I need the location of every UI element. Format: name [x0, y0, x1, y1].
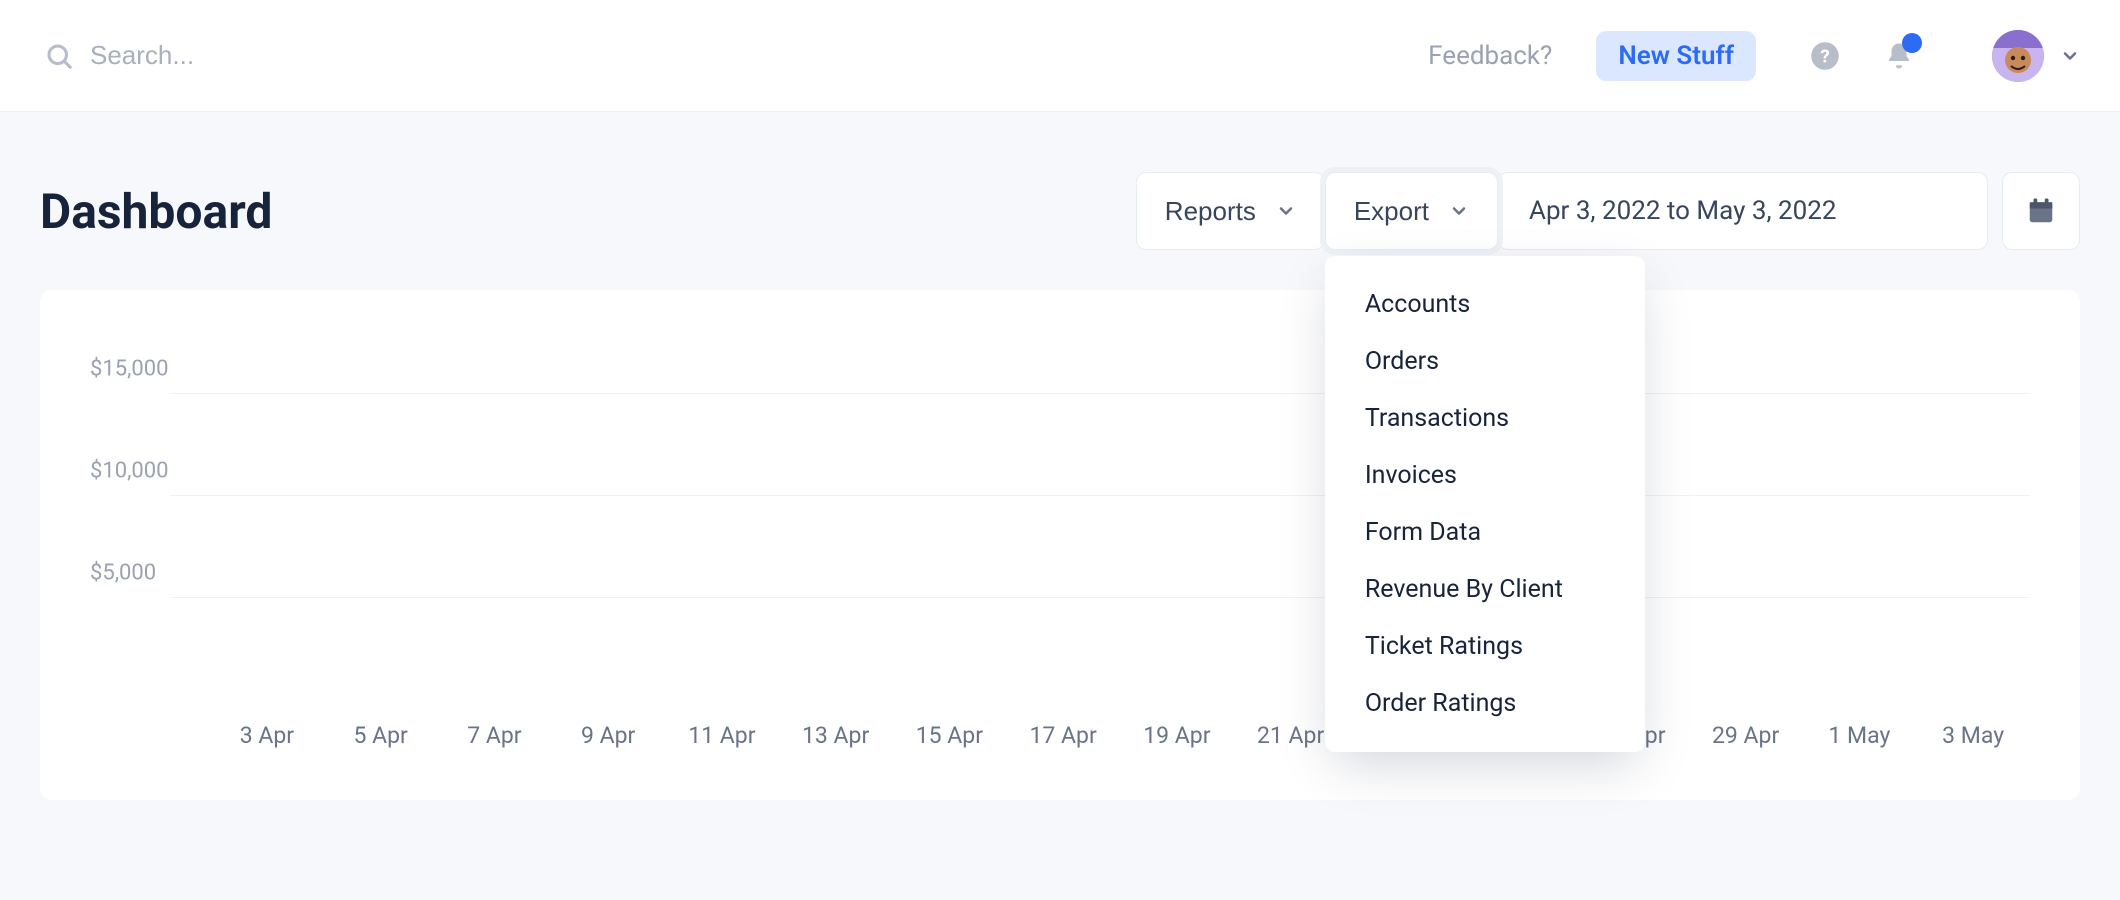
- bell-icon[interactable]: [1882, 39, 1916, 73]
- avatar: [1992, 30, 2044, 82]
- gridline: [170, 597, 2030, 598]
- search-input[interactable]: [90, 40, 390, 71]
- reports-label: Reports: [1165, 196, 1256, 227]
- topbar: Feedback? New Stuff ?: [0, 0, 2120, 112]
- x-axis-label: 5 Apr: [324, 700, 438, 760]
- feedback-link[interactable]: Feedback?: [1428, 41, 1552, 71]
- x-axis-label: 3 May: [1916, 700, 2030, 760]
- x-axis-label: 7 Apr: [438, 700, 552, 760]
- export-option[interactable]: Revenue By Client: [1325, 561, 1645, 618]
- user-menu[interactable]: [1992, 30, 2080, 82]
- export-dropdown: AccountsOrdersTransactionsInvoicesForm D…: [1325, 256, 1645, 752]
- y-axis-label: $5,000: [90, 560, 200, 585]
- gridline: [170, 495, 2030, 496]
- chevron-down-icon: [2060, 46, 2080, 66]
- new-stuff-button[interactable]: New Stuff: [1596, 31, 1756, 81]
- svg-text:?: ?: [1820, 45, 1829, 67]
- x-axis-label: 29 Apr: [1689, 700, 1803, 760]
- export-option[interactable]: Form Data: [1325, 504, 1645, 561]
- reports-button[interactable]: Reports: [1136, 172, 1325, 250]
- y-axis-label: $10,000: [90, 458, 200, 483]
- export-option[interactable]: Accounts: [1325, 276, 1645, 333]
- x-axis-label: 17 Apr: [1006, 700, 1120, 760]
- y-axis-label: $15,000: [90, 356, 200, 381]
- export-option[interactable]: Orders: [1325, 333, 1645, 390]
- help-icon[interactable]: ?: [1808, 39, 1842, 73]
- chevron-down-icon: [1276, 201, 1296, 221]
- calendar-icon: [2026, 196, 2056, 226]
- calendar-button[interactable]: [2002, 172, 2080, 250]
- x-axis-label: 3 Apr: [210, 700, 324, 760]
- page-title: Dashboard: [40, 183, 272, 240]
- notification-dot-icon: [1902, 33, 1922, 53]
- search[interactable]: [44, 40, 390, 71]
- export-option[interactable]: Order Ratings: [1325, 675, 1645, 732]
- export-option[interactable]: Ticket Ratings: [1325, 618, 1645, 675]
- x-axis-label: 1 May: [1803, 700, 1917, 760]
- chevron-down-icon: [1449, 201, 1469, 221]
- gridline: [170, 393, 2030, 394]
- x-axis-label: 13 Apr: [779, 700, 893, 760]
- x-axis-label: 15 Apr: [893, 700, 1007, 760]
- export-option[interactable]: Invoices: [1325, 447, 1645, 504]
- page-header: Dashboard Reports Export AccountsOrdersT…: [0, 112, 2120, 290]
- search-icon: [44, 41, 74, 71]
- x-axis-label: 11 Apr: [665, 700, 779, 760]
- x-axis-label: 9 Apr: [551, 700, 665, 760]
- export-button[interactable]: Export: [1325, 172, 1498, 250]
- date-range-text: Apr 3, 2022 to May 3, 2022: [1529, 196, 1836, 226]
- revenue-chart: $5,000 $10,000 $15,000 3 Apr5 Apr7 Apr9 Ap…: [40, 290, 2080, 800]
- x-axis-label: 19 Apr: [1120, 700, 1234, 760]
- export-option[interactable]: Transactions: [1325, 390, 1645, 447]
- export-label: Export: [1354, 196, 1429, 227]
- date-range-picker[interactable]: Apr 3, 2022 to May 3, 2022: [1498, 172, 1988, 250]
